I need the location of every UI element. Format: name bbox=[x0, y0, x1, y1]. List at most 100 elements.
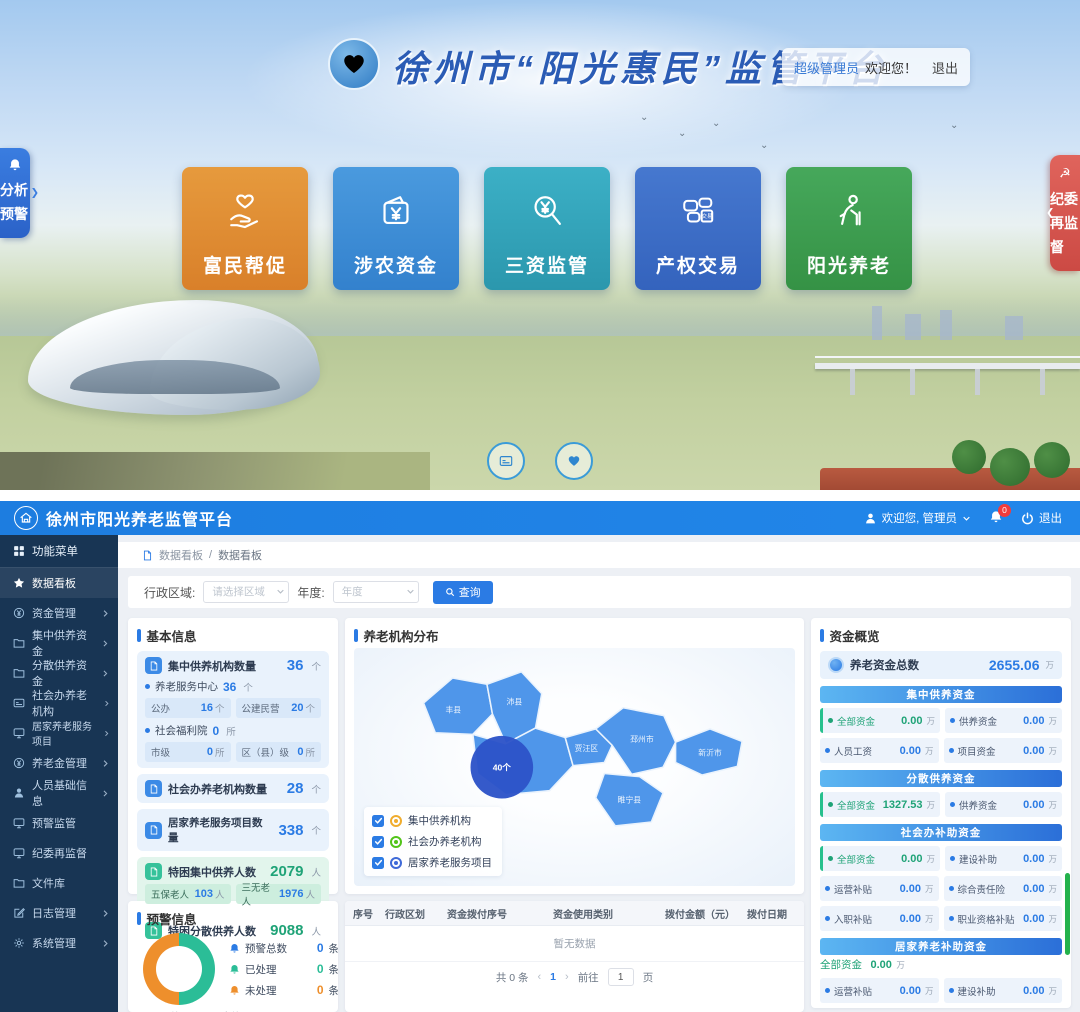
scrollbar-thumb[interactable] bbox=[1065, 873, 1070, 955]
sidebar-item-social-institutions[interactable]: 社会办养老机构 bbox=[0, 688, 118, 718]
region-filter-label: 行政区域: bbox=[144, 584, 195, 601]
pagination-next-button[interactable]: › bbox=[565, 971, 569, 983]
breadcrumb-root[interactable]: 数据看板 bbox=[159, 547, 203, 563]
table-pagination: 共 0 条 ‹ 1 › 前往 页 bbox=[345, 962, 804, 992]
funds-overview-panel: 资金概览 养老资金总数 2655.06 万 集中供养资金 全部资金0.00万 供… bbox=[811, 618, 1071, 1008]
coin-icon bbox=[13, 757, 25, 769]
chevron-right-icon bbox=[103, 729, 110, 738]
nav-button-chanquan-jiaoyi[interactable]: 产权交易 bbox=[635, 167, 761, 290]
platform-logo bbox=[328, 38, 380, 90]
notification-badge: 0 bbox=[998, 504, 1011, 517]
sidebar-item-personnel-info[interactable]: 人员基础信息 bbox=[0, 778, 118, 808]
nav-button-yangguang-yanglao[interactable]: 阳光养老 bbox=[786, 167, 912, 290]
chevron-right-icon bbox=[101, 789, 110, 798]
folder-icon bbox=[13, 667, 25, 679]
bird: ⌄ bbox=[678, 128, 686, 139]
main-content: 数据看板 / 数据看板 行政区域: 年度: 查询 bbox=[118, 535, 1080, 1012]
hero-logout-button[interactable]: 退出 bbox=[932, 58, 958, 77]
id-card-float-button[interactable] bbox=[487, 442, 525, 480]
bridge bbox=[815, 356, 1080, 358]
blue-marker-icon bbox=[390, 857, 402, 869]
nav-button-fumin-bangcu[interactable]: 富民帮促 bbox=[182, 167, 308, 290]
legend-centralized-institutions[interactable]: 集中供养机构 bbox=[372, 813, 492, 828]
fund-cell: 全部资金1327.53万 bbox=[820, 792, 940, 817]
sidebar-item-decentralized-funds[interactable]: 分散供养资金 bbox=[0, 658, 118, 688]
globe-icon bbox=[828, 657, 844, 673]
chevron-down-icon bbox=[962, 514, 971, 523]
folder-icon bbox=[13, 877, 25, 889]
funds-table-panel: 序号 行政区划 资金拨付序号 资金使用类别 拨付金额（元） 拨付日期 暂无数据 … bbox=[345, 901, 804, 1012]
sidebar-item-system-mgmt[interactable]: 系统管理 bbox=[0, 928, 118, 958]
chevron-right-icon bbox=[101, 759, 110, 768]
xuzhou-map[interactable]: 丰县 沛县 贾汪区 邳州市 新沂市 睢宁县 40个 bbox=[354, 648, 795, 886]
heart-in-hand-icon bbox=[223, 189, 267, 233]
checkbox-checked[interactable] bbox=[372, 815, 384, 827]
region-select[interactable] bbox=[203, 581, 289, 603]
power-icon bbox=[1021, 512, 1034, 525]
sidebar-item-discipline-supervision[interactable]: 纪委再监督 bbox=[0, 838, 118, 868]
year-select[interactable] bbox=[333, 581, 419, 603]
dashboard-title: 徐州市阳光养老监管平台 bbox=[46, 506, 233, 530]
pagination-goto-input[interactable] bbox=[608, 968, 634, 986]
promenade bbox=[0, 452, 430, 490]
chevron-right-icon bbox=[101, 939, 110, 948]
heart-hands-icon bbox=[567, 454, 581, 468]
header-user-menu[interactable]: 欢迎您, 管理员 bbox=[864, 510, 971, 526]
search-button[interactable]: 查询 bbox=[433, 581, 493, 604]
hero-nav-buttons: 富民帮促 涉农资金 三资监管 产权交易 阳光养老 bbox=[0, 167, 1080, 291]
logout-button[interactable]: 退出 bbox=[1021, 510, 1062, 526]
warning-unhandled-row: 未处理 0 条 bbox=[229, 983, 338, 998]
sidebar-item-log-mgmt[interactable]: 日志管理 bbox=[0, 898, 118, 928]
sidebar-item-file-library[interactable]: 文件库 bbox=[0, 868, 118, 898]
monitor-icon bbox=[13, 727, 25, 739]
legend-home-care-projects[interactable]: 居家养老服务项目 bbox=[372, 855, 492, 870]
fund-cell: 全部资金0.00万 bbox=[820, 846, 940, 871]
checkbox-checked[interactable] bbox=[372, 857, 384, 869]
sidebar-item-funds-mgmt[interactable]: 资金管理 bbox=[0, 598, 118, 628]
sidebar-item-warning-supervision[interactable]: 预警监管 bbox=[0, 808, 118, 838]
sidebar-item-home-care-projects[interactable]: 居家养老服务项目 bbox=[0, 718, 118, 748]
map-panel-title: 养老机构分布 bbox=[354, 626, 795, 645]
person-icon bbox=[13, 787, 25, 799]
checkbox-checked[interactable] bbox=[372, 836, 384, 848]
fund-cell: 职业资格补贴0.00万 bbox=[944, 906, 1063, 931]
pagination-prev-button[interactable]: ‹ bbox=[538, 971, 542, 983]
sidebar-item-dashboard[interactable]: 数据看板 bbox=[0, 568, 118, 598]
fund-cell: 综合责任险0.00万 bbox=[944, 876, 1063, 901]
svg-text:沛县: 沛县 bbox=[507, 697, 523, 707]
table-empty-state: 暂无数据 bbox=[345, 926, 804, 962]
tree bbox=[990, 448, 1030, 486]
warning-handled-row: 已处理 0 条 bbox=[229, 962, 338, 977]
basic-info-panel: 基本信息 集中供养机构数量 36 个 养老服务中心 36 bbox=[128, 618, 338, 894]
doc-icon bbox=[145, 780, 162, 797]
fund-cell: 人员工资0.00万 bbox=[820, 738, 939, 763]
wallet-yuan-icon bbox=[374, 189, 418, 233]
notification-bell-button[interactable]: 0 bbox=[989, 510, 1003, 527]
grid-icon bbox=[13, 545, 25, 557]
nav-button-sanzi-jianguan[interactable]: 三资监管 bbox=[484, 167, 610, 290]
section-decentralized-funds: 分散供养资金 bbox=[820, 770, 1062, 787]
svg-text:睢宁县: 睢宁县 bbox=[618, 794, 642, 804]
svg-text:丰县: 丰县 bbox=[445, 704, 461, 714]
nav-button-shenong-zijin[interactable]: 涉农资金 bbox=[333, 167, 459, 290]
monitor-icon bbox=[13, 817, 25, 829]
care-heart-float-button[interactable] bbox=[555, 442, 593, 480]
elder-care-icon bbox=[827, 189, 871, 233]
pagination-page-1[interactable]: 1 bbox=[550, 971, 556, 983]
hero-welcome: 欢迎您！ bbox=[865, 58, 917, 77]
monitor-icon bbox=[13, 847, 25, 859]
fund-cell: 运营补贴0.00万 bbox=[820, 876, 939, 901]
legend-social-institutions[interactable]: 社会办养老机构 bbox=[372, 834, 492, 849]
fund-cell: 供养资金0.00万 bbox=[945, 792, 1062, 817]
section-social-subsidy-funds: 社会办补助资金 bbox=[820, 824, 1062, 841]
section-home-care-subsidy-funds: 居家养老补助资金 bbox=[820, 938, 1062, 955]
sidebar-item-pension-mgmt[interactable]: 养老金管理 bbox=[0, 748, 118, 778]
dashboard-logo bbox=[14, 506, 38, 530]
basic-info-title: 基本信息 bbox=[137, 626, 329, 645]
fund-full-row: 全部资金 0.00 万 bbox=[820, 955, 1062, 973]
sidebar-item-centralized-funds[interactable]: 集中供养资金 bbox=[0, 628, 118, 658]
hero-user-box: 超级管理员 欢迎您！ 退出 bbox=[782, 48, 970, 86]
search-icon bbox=[445, 587, 455, 597]
filter-bar: 行政区域: 年度: 查询 bbox=[128, 576, 1071, 608]
hero-username: 超级管理员 bbox=[794, 58, 859, 77]
